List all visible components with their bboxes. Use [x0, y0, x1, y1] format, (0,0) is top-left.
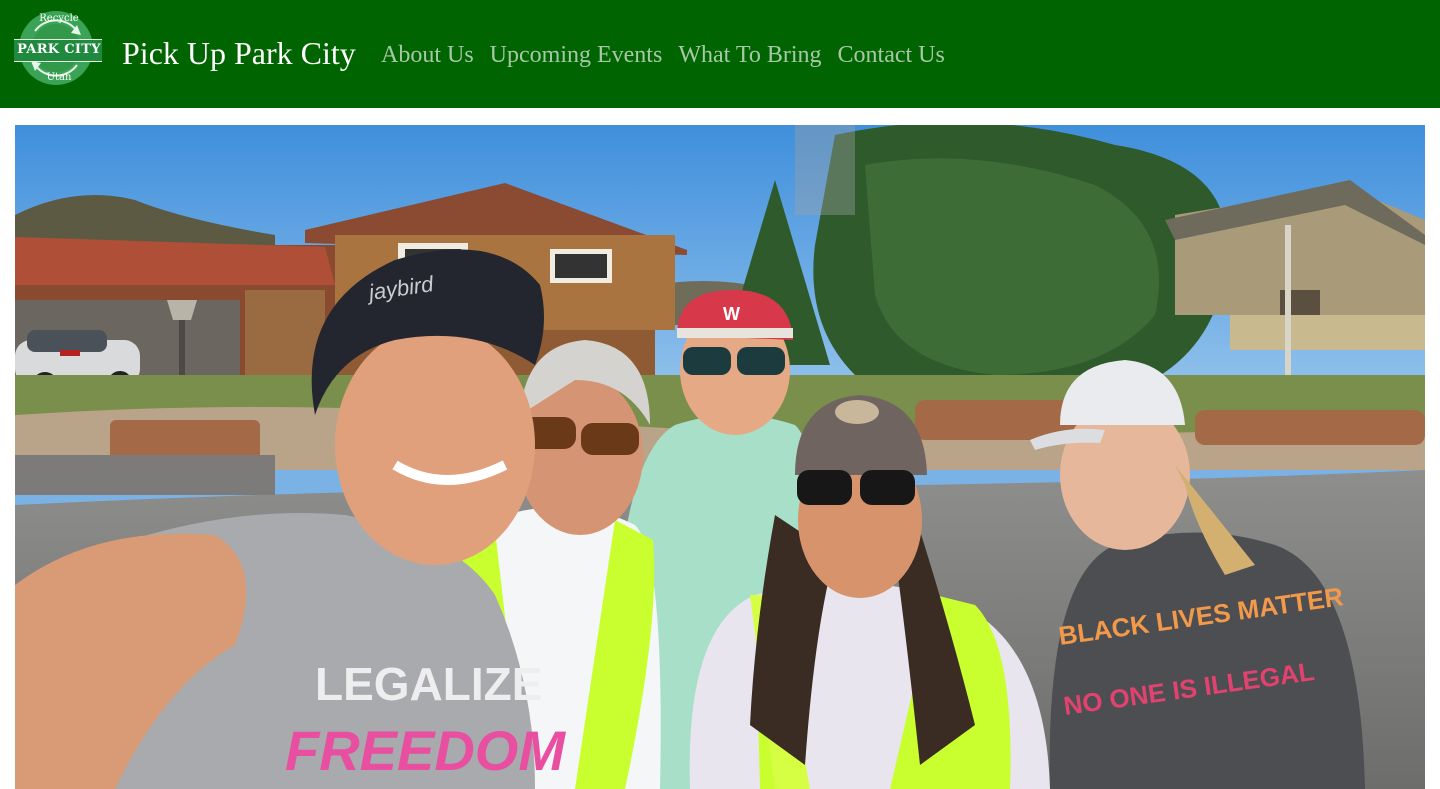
nav-link-upcoming-events[interactable]: Upcoming Events — [490, 40, 663, 70]
logo-main-text: PARK CITY — [17, 42, 101, 57]
evergreen-trees — [720, 125, 1228, 407]
shirt-text-legalize: LEGALIZE — [315, 658, 542, 710]
nav-link-contact-us[interactable]: Contact Us — [838, 40, 945, 70]
nav-link-about-us[interactable]: About Us — [381, 40, 474, 70]
logo-bottom-text: Utah — [46, 72, 72, 83]
volunteers-group-photo: BLACK LIVES MATTER NO ONE IS ILLEGAL W j… — [15, 125, 1425, 789]
shirt-text-freedom: FREEDOM — [285, 719, 566, 782]
site-logo[interactable]: Recycle PARK CITY Utah — [14, 11, 104, 89]
site-title[interactable]: Pick Up Park City — [122, 33, 356, 73]
nav-link-what-to-bring[interactable]: What To Bring — [678, 40, 821, 70]
logo-top-text: Recycle — [39, 13, 79, 24]
main-nav: About Us Upcoming Events What To Bring C… — [381, 40, 945, 70]
hat-logo: W — [723, 304, 740, 324]
site-header: Recycle PARK CITY Utah Pick Up Park City… — [0, 0, 1440, 108]
hero-photo: BLACK LIVES MATTER NO ONE IS ILLEGAL W j… — [15, 125, 1425, 789]
